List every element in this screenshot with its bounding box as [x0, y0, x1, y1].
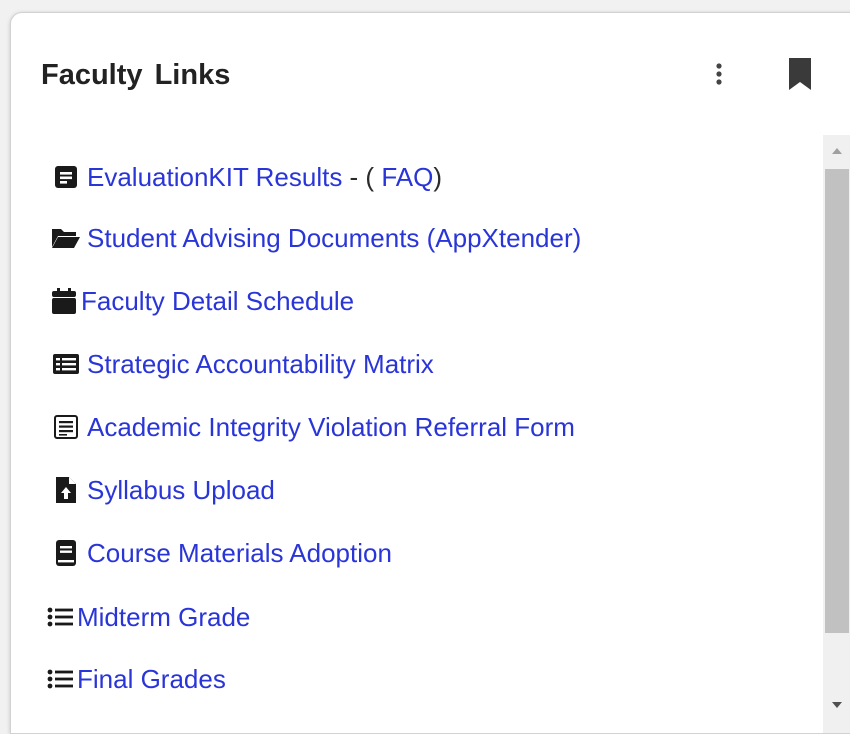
folder-open-icon [51, 223, 81, 253]
list-item: Strategic Accountability Matrix [51, 344, 434, 384]
scroll-up-icon[interactable] [823, 135, 850, 167]
list-icon [45, 602, 75, 632]
faculty-detail-schedule-link[interactable]: Faculty Detail Schedule [81, 286, 354, 317]
list-item: Course Materials Adoption [51, 533, 392, 573]
card-title: Faculty Links [41, 59, 231, 91]
more-vert-icon[interactable] [711, 57, 727, 93]
list-alt-icon [51, 349, 81, 379]
list-item: EvaluationKIT Results - ( FAQ ) [51, 157, 442, 197]
links-list: EvaluationKIT Results - ( FAQ ) Student … [11, 135, 823, 733]
final-grades-link[interactable]: Final Grades [77, 664, 226, 695]
syllabus-upload-link[interactable]: Syllabus Upload [87, 475, 275, 506]
academic-integrity-form-link[interactable]: Academic Integrity Violation Referral Fo… [87, 412, 575, 443]
list-item: Academic Integrity Violation Referral Fo… [51, 407, 575, 447]
scrollbar-thumb[interactable] [825, 169, 849, 633]
bookmark-icon[interactable] [788, 57, 812, 91]
list-item: Syllabus Upload [51, 470, 275, 510]
link-separator: - ( [342, 161, 382, 192]
link-suffix: ) [433, 161, 443, 192]
scroll-down-icon[interactable] [823, 689, 850, 721]
midterm-grade-link[interactable]: Midterm Grade [77, 602, 250, 633]
file-upload-icon [51, 475, 81, 505]
book-icon [51, 538, 81, 568]
list-item: Faculty Detail Schedule [49, 281, 354, 321]
course-materials-adoption-link[interactable]: Course Materials Adoption [87, 538, 392, 569]
list-item: Midterm Grade [45, 597, 250, 637]
calendar-icon [49, 286, 79, 316]
faq-link[interactable]: FAQ [381, 162, 433, 193]
file-text-icon [51, 162, 81, 192]
faculty-links-card: Faculty Links EvaluationKIT Results - (… [10, 12, 850, 734]
list-item: Student Advising Documents (AppXtender) [51, 218, 581, 258]
vertical-scrollbar[interactable] [823, 135, 850, 733]
strategic-accountability-matrix-link[interactable]: Strategic Accountability Matrix [87, 349, 434, 380]
list-icon [45, 664, 75, 694]
student-advising-documents-link[interactable]: Student Advising Documents (AppXtender) [87, 223, 581, 254]
form-icon [51, 412, 81, 442]
evaluationkit-results-link[interactable]: EvaluationKIT Results [87, 162, 342, 193]
list-item: Final Grades [45, 659, 226, 699]
